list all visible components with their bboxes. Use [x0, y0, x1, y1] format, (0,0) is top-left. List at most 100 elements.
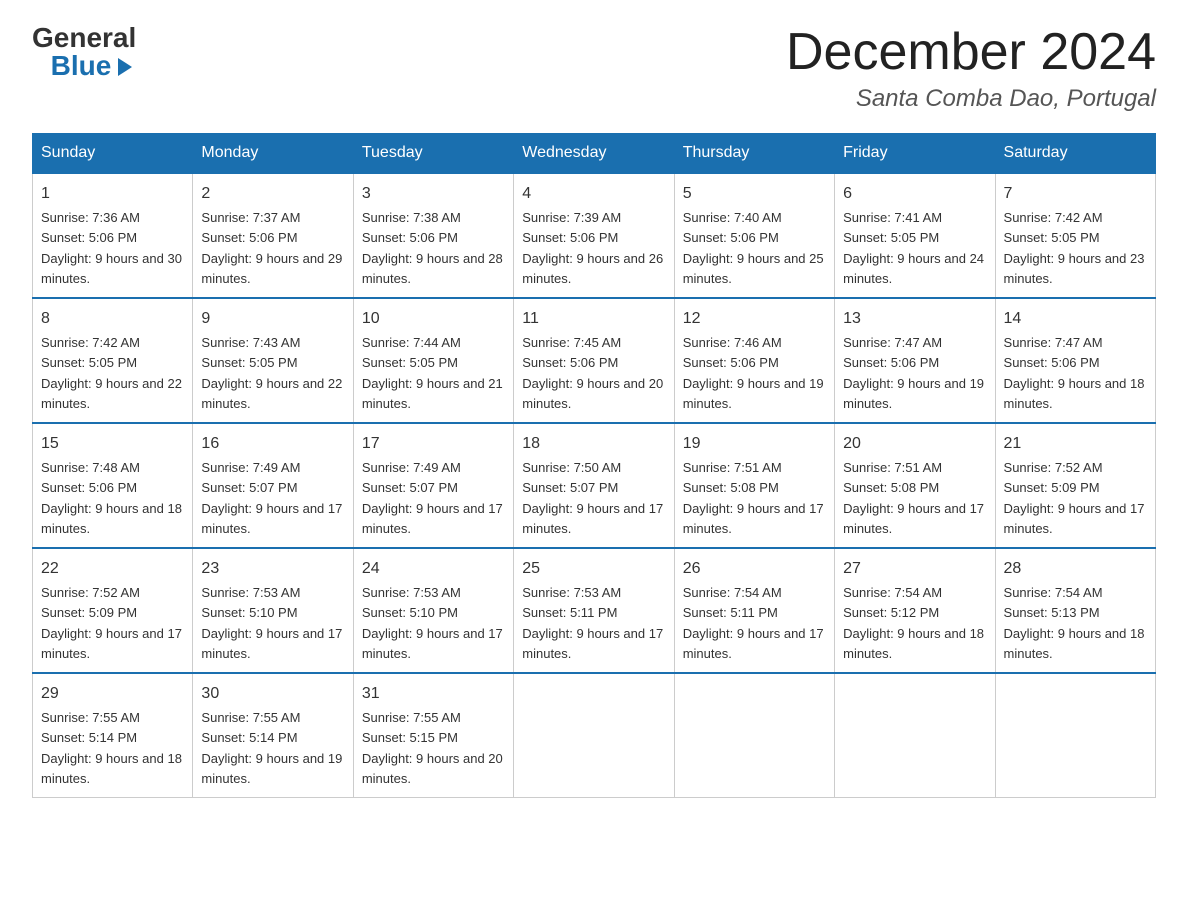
day-number: 8: [41, 307, 184, 331]
calendar-cell: 9 Sunrise: 7:43 AMSunset: 5:05 PMDayligh…: [193, 298, 353, 423]
day-info: Sunrise: 7:55 AMSunset: 5:14 PMDaylight:…: [201, 710, 342, 786]
day-number: 7: [1004, 182, 1147, 206]
day-info: Sunrise: 7:47 AMSunset: 5:06 PMDaylight:…: [1004, 335, 1145, 411]
day-info: Sunrise: 7:45 AMSunset: 5:06 PMDaylight:…: [522, 335, 663, 411]
calendar-cell: 17 Sunrise: 7:49 AMSunset: 5:07 PMDaylig…: [353, 423, 513, 548]
day-number: 20: [843, 432, 986, 456]
calendar-cell: [514, 673, 674, 798]
day-info: Sunrise: 7:42 AMSunset: 5:05 PMDaylight:…: [1004, 210, 1145, 286]
day-info: Sunrise: 7:38 AMSunset: 5:06 PMDaylight:…: [362, 210, 503, 286]
day-number: 26: [683, 557, 826, 581]
day-info: Sunrise: 7:49 AMSunset: 5:07 PMDaylight:…: [201, 460, 342, 536]
calendar-cell: 5 Sunrise: 7:40 AMSunset: 5:06 PMDayligh…: [674, 173, 834, 298]
calendar-cell: 28 Sunrise: 7:54 AMSunset: 5:13 PMDaylig…: [995, 548, 1155, 673]
logo-blue-text: Blue: [51, 52, 112, 80]
day-info: Sunrise: 7:41 AMSunset: 5:05 PMDaylight:…: [843, 210, 984, 286]
day-number: 1: [41, 182, 184, 206]
day-info: Sunrise: 7:44 AMSunset: 5:05 PMDaylight:…: [362, 335, 503, 411]
day-number: 4: [522, 182, 665, 206]
day-info: Sunrise: 7:53 AMSunset: 5:10 PMDaylight:…: [362, 585, 503, 661]
day-info: Sunrise: 7:36 AMSunset: 5:06 PMDaylight:…: [41, 210, 182, 286]
calendar-cell: 15 Sunrise: 7:48 AMSunset: 5:06 PMDaylig…: [33, 423, 193, 548]
calendar-header-friday: Friday: [835, 134, 995, 174]
day-info: Sunrise: 7:51 AMSunset: 5:08 PMDaylight:…: [843, 460, 984, 536]
calendar-cell: 6 Sunrise: 7:41 AMSunset: 5:05 PMDayligh…: [835, 173, 995, 298]
day-number: 12: [683, 307, 826, 331]
location-subtitle: Santa Comba Dao, Portugal: [786, 85, 1156, 113]
day-info: Sunrise: 7:55 AMSunset: 5:14 PMDaylight:…: [41, 710, 182, 786]
calendar-cell: 20 Sunrise: 7:51 AMSunset: 5:08 PMDaylig…: [835, 423, 995, 548]
day-number: 2: [201, 182, 344, 206]
day-info: Sunrise: 7:54 AMSunset: 5:13 PMDaylight:…: [1004, 585, 1145, 661]
calendar-cell: [835, 673, 995, 798]
calendar-cell: 23 Sunrise: 7:53 AMSunset: 5:10 PMDaylig…: [193, 548, 353, 673]
calendar-header-row: SundayMondayTuesdayWednesdayThursdayFrid…: [33, 134, 1156, 174]
day-number: 28: [1004, 557, 1147, 581]
calendar-cell: 1 Sunrise: 7:36 AMSunset: 5:06 PMDayligh…: [33, 173, 193, 298]
day-info: Sunrise: 7:46 AMSunset: 5:06 PMDaylight:…: [683, 335, 824, 411]
calendar-header-thursday: Thursday: [674, 134, 834, 174]
day-info: Sunrise: 7:48 AMSunset: 5:06 PMDaylight:…: [41, 460, 182, 536]
day-number: 3: [362, 182, 505, 206]
calendar-cell: 22 Sunrise: 7:52 AMSunset: 5:09 PMDaylig…: [33, 548, 193, 673]
day-info: Sunrise: 7:47 AMSunset: 5:06 PMDaylight:…: [843, 335, 984, 411]
logo: General Blue: [32, 24, 136, 80]
day-number: 15: [41, 432, 184, 456]
calendar-table: SundayMondayTuesdayWednesdayThursdayFrid…: [32, 133, 1156, 798]
calendar-cell: [995, 673, 1155, 798]
day-number: 18: [522, 432, 665, 456]
calendar-cell: 24 Sunrise: 7:53 AMSunset: 5:10 PMDaylig…: [353, 548, 513, 673]
day-number: 22: [41, 557, 184, 581]
calendar-header-monday: Monday: [193, 134, 353, 174]
logo-icon: General Blue: [32, 24, 136, 80]
calendar-cell: 26 Sunrise: 7:54 AMSunset: 5:11 PMDaylig…: [674, 548, 834, 673]
day-info: Sunrise: 7:49 AMSunset: 5:07 PMDaylight:…: [362, 460, 503, 536]
day-number: 10: [362, 307, 505, 331]
day-number: 21: [1004, 432, 1147, 456]
day-info: Sunrise: 7:53 AMSunset: 5:11 PMDaylight:…: [522, 585, 663, 661]
day-number: 23: [201, 557, 344, 581]
calendar-cell: 19 Sunrise: 7:51 AMSunset: 5:08 PMDaylig…: [674, 423, 834, 548]
day-info: Sunrise: 7:43 AMSunset: 5:05 PMDaylight:…: [201, 335, 342, 411]
calendar-cell: 3 Sunrise: 7:38 AMSunset: 5:06 PMDayligh…: [353, 173, 513, 298]
day-number: 25: [522, 557, 665, 581]
calendar-week-row: 8 Sunrise: 7:42 AMSunset: 5:05 PMDayligh…: [33, 298, 1156, 423]
calendar-cell: 29 Sunrise: 7:55 AMSunset: 5:14 PMDaylig…: [33, 673, 193, 798]
calendar-cell: 11 Sunrise: 7:45 AMSunset: 5:06 PMDaylig…: [514, 298, 674, 423]
day-number: 13: [843, 307, 986, 331]
calendar-week-row: 1 Sunrise: 7:36 AMSunset: 5:06 PMDayligh…: [33, 173, 1156, 298]
day-info: Sunrise: 7:53 AMSunset: 5:10 PMDaylight:…: [201, 585, 342, 661]
day-number: 6: [843, 182, 986, 206]
day-info: Sunrise: 7:54 AMSunset: 5:12 PMDaylight:…: [843, 585, 984, 661]
page-header: General Blue December 2024 Santa Comba D…: [32, 24, 1156, 113]
day-number: 17: [362, 432, 505, 456]
calendar-cell: 4 Sunrise: 7:39 AMSunset: 5:06 PMDayligh…: [514, 173, 674, 298]
day-info: Sunrise: 7:50 AMSunset: 5:07 PMDaylight:…: [522, 460, 663, 536]
calendar-cell: 16 Sunrise: 7:49 AMSunset: 5:07 PMDaylig…: [193, 423, 353, 548]
day-number: 30: [201, 682, 344, 706]
calendar-cell: 27 Sunrise: 7:54 AMSunset: 5:12 PMDaylig…: [835, 548, 995, 673]
day-info: Sunrise: 7:37 AMSunset: 5:06 PMDaylight:…: [201, 210, 342, 286]
calendar-cell: 31 Sunrise: 7:55 AMSunset: 5:15 PMDaylig…: [353, 673, 513, 798]
day-number: 16: [201, 432, 344, 456]
calendar-header-wednesday: Wednesday: [514, 134, 674, 174]
calendar-cell: 12 Sunrise: 7:46 AMSunset: 5:06 PMDaylig…: [674, 298, 834, 423]
calendar-cell: 14 Sunrise: 7:47 AMSunset: 5:06 PMDaylig…: [995, 298, 1155, 423]
month-title: December 2024: [786, 24, 1156, 81]
day-info: Sunrise: 7:51 AMSunset: 5:08 PMDaylight:…: [683, 460, 824, 536]
day-number: 29: [41, 682, 184, 706]
logo-chevron-icon: [114, 56, 136, 78]
day-number: 11: [522, 307, 665, 331]
calendar-header-saturday: Saturday: [995, 134, 1155, 174]
logo-general-text: General: [32, 24, 136, 52]
calendar-week-row: 22 Sunrise: 7:52 AMSunset: 5:09 PMDaylig…: [33, 548, 1156, 673]
calendar-week-row: 29 Sunrise: 7:55 AMSunset: 5:14 PMDaylig…: [33, 673, 1156, 798]
calendar-cell: 18 Sunrise: 7:50 AMSunset: 5:07 PMDaylig…: [514, 423, 674, 548]
day-number: 9: [201, 307, 344, 331]
calendar-cell: 25 Sunrise: 7:53 AMSunset: 5:11 PMDaylig…: [514, 548, 674, 673]
calendar-header-tuesday: Tuesday: [353, 134, 513, 174]
day-info: Sunrise: 7:42 AMSunset: 5:05 PMDaylight:…: [41, 335, 182, 411]
calendar-cell: 7 Sunrise: 7:42 AMSunset: 5:05 PMDayligh…: [995, 173, 1155, 298]
calendar-header-sunday: Sunday: [33, 134, 193, 174]
day-info: Sunrise: 7:55 AMSunset: 5:15 PMDaylight:…: [362, 710, 503, 786]
